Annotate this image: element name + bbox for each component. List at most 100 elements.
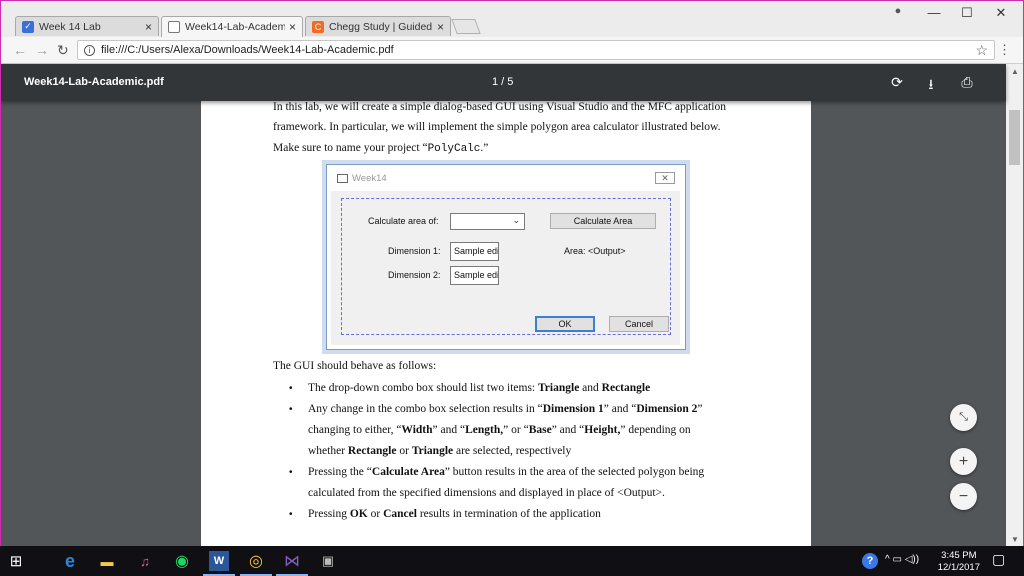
bullet-text: The drop-down combo box should list two … [308,382,538,394]
tab-close-icon[interactable]: × [289,20,296,34]
bullet-text: ” and “ [432,424,466,436]
tab-close-icon[interactable]: × [437,20,444,34]
pdf-page: In this lab, we will create a simple dia… [201,101,811,546]
bullet-text: ” or “ [503,424,529,436]
dialog-client: Calculate area of: ⌄ Calculate Area Dime… [331,191,680,345]
bullet-2-line-1: Any change in the combo box selection re… [308,403,702,415]
new-tab-button[interactable] [451,19,481,34]
info-icon[interactable]: i [84,44,95,56]
bullet-bold: Rectangle [601,382,651,394]
dialog-figure: Week14 ✕ Calculate area of: ⌄ Calculate … [326,164,686,350]
chevron-down-icon: ⌄ [512,215,520,225]
bullet-4: Pressing OK or Cancel results in termina… [308,508,601,520]
chegg-favicon-icon: C [312,20,324,33]
vertical-scrollbar[interactable]: ▲ ▼ [1006,64,1023,546]
pdf-toolbar: Week14-Lab-Academic.pdf 1 / 5 ⟳ ⭳ ⎙ [1,64,1006,101]
polygon-combo: ⌄ [450,213,525,230]
clock-date: 12/1/2017 [937,562,980,573]
tab-week14-lab[interactable]: ✓ Week 14 Lab × [15,16,159,36]
tab-close-icon[interactable]: × [145,20,152,34]
dim1-edit: Sample edi [450,242,499,261]
page-indicator[interactable]: 1 / 5 [492,76,513,88]
browser-menu-icon[interactable]: ⋮ [998,42,1011,58]
bullet-text: results in termination of the applicatio… [416,508,601,520]
bullet-bold: Length, [465,424,504,436]
clock[interactable]: 3:45 PM 12/1/2017 [938,550,980,574]
bullet-text: Any change in the combo box selection re… [308,403,543,415]
bullet-bold: Cancel [383,508,417,520]
dialog-title: Week14 [352,173,387,184]
close-window-button[interactable]: ✕ [986,5,1016,21]
chrome-icon[interactable]: ◎ [240,551,272,576]
rotate-icon[interactable]: ⟳ [888,74,906,91]
help-icon[interactable]: ? [862,553,878,569]
scroll-up-icon[interactable]: ▲ [1011,67,1019,76]
intro-line-3: Make sure to name your project “PolyCalc… [273,142,488,155]
maximize-button[interactable]: ☐ [952,5,982,21]
app-icon[interactable]: ▣ [318,551,338,571]
pdf-viewer[interactable]: In this lab, we will create a simple dia… [1,101,1006,546]
download-icon[interactable]: ⭳ [922,74,940,98]
edge-icon[interactable]: e [60,551,80,571]
tray-icons[interactable]: ^ ▭ ◁)) [885,554,919,565]
url-text: file:///C:/Users/Alexa/Downloads/Week14-… [101,44,394,56]
back-arrow-icon[interactable]: ← [13,42,27,58]
zoom-in-button[interactable]: + [950,448,977,475]
bullet-text: ” button results in the area of the sele… [444,466,705,478]
tab-chegg[interactable]: C Chegg Study | Guided So × [305,16,451,36]
bullet-bold: Base [528,424,552,436]
bullet-text: ” depending on [620,424,691,436]
bullet-icon: • [289,404,293,415]
calc-area-label: Calculate area of: [368,216,439,226]
tab-favicon-icon: ✓ [22,20,34,33]
scroll-down-icon[interactable]: ▼ [1011,535,1019,544]
bullet-text: Pressing the “ [308,466,372,478]
dialog-titlebar: Week14 ✕ [327,165,685,191]
clock-time: 3:45 PM [941,550,977,561]
fit-to-page-button[interactable]: ⤡ [950,404,977,431]
dim2-edit: Sample edi [450,266,499,285]
bullet-bold: Height, [584,424,621,436]
bullet-3-line-2: calculated from the specified dimensions… [308,487,665,499]
account-icon[interactable]: ● [883,5,913,17]
spotify-icon[interactable]: ◉ [172,551,192,571]
ok-button: OK [535,316,595,332]
windows-start-icon[interactable]: ⊞ [6,551,26,571]
intro-text: .” [480,142,489,154]
bullet-text: or [367,508,384,520]
bullet-text: whether [308,445,348,457]
bullet-bold: Dimension 2 [636,403,698,415]
itunes-icon[interactable]: ♫ [135,551,155,571]
visual-studio-icon[interactable]: ⋈ [276,551,308,576]
bullet-bold: Calculate Area [371,466,445,478]
tab-pdf-document[interactable]: Week14-Lab-Academic.p × [161,16,303,37]
bullet-text: changing to either, “ [308,424,402,436]
bullet-bold: Rectangle [347,445,397,457]
reload-icon[interactable]: ↻ [57,42,69,59]
tab-title: Chegg Study | Guided So [329,20,433,33]
minimize-button[interactable]: — [919,5,949,20]
tab-title: Week14-Lab-Academic.p [185,21,285,33]
bullet-bold: Dimension 1 [542,403,604,415]
tab-strip: ✓ Week 14 Lab × Week14-Lab-Academic.p × … [1,1,1023,37]
bullet-text: ” and “ [603,403,637,415]
bullet-text: or [396,445,412,457]
browser-toolbar: ← → ↻ i file:///C:/Users/Alexa/Downloads… [1,37,1023,64]
notification-icon[interactable]: ▢ [992,551,1005,568]
forward-arrow-icon[interactable]: → [35,42,49,58]
bullet-icon: • [289,383,293,394]
bookmark-star-icon[interactable]: ☆ [975,42,988,59]
bullet-bold: Triangle [411,445,454,457]
taskbar: ⊞ e ▬ ♫ ◉ W ◎ ⋈ ▣ ? ^ ▭ ◁)) 3:45 PM 12/1… [0,546,1024,576]
scroll-thumb[interactable] [1009,110,1020,165]
cancel-button: Cancel [609,316,669,332]
intro-line-1: In this lab, we will create a simple dia… [273,101,726,113]
dim2-label: Dimension 2: [388,270,441,280]
bullet-1: The drop-down combo box should list two … [308,382,650,394]
bullet-icon: • [289,509,293,520]
word-icon[interactable]: W [203,551,235,576]
zoom-out-button[interactable]: − [950,483,977,510]
file-explorer-icon[interactable]: ▬ [97,551,117,571]
print-icon[interactable]: ⎙ [958,74,976,91]
address-bar[interactable]: i file:///C:/Users/Alexa/Downloads/Week1… [77,40,995,60]
